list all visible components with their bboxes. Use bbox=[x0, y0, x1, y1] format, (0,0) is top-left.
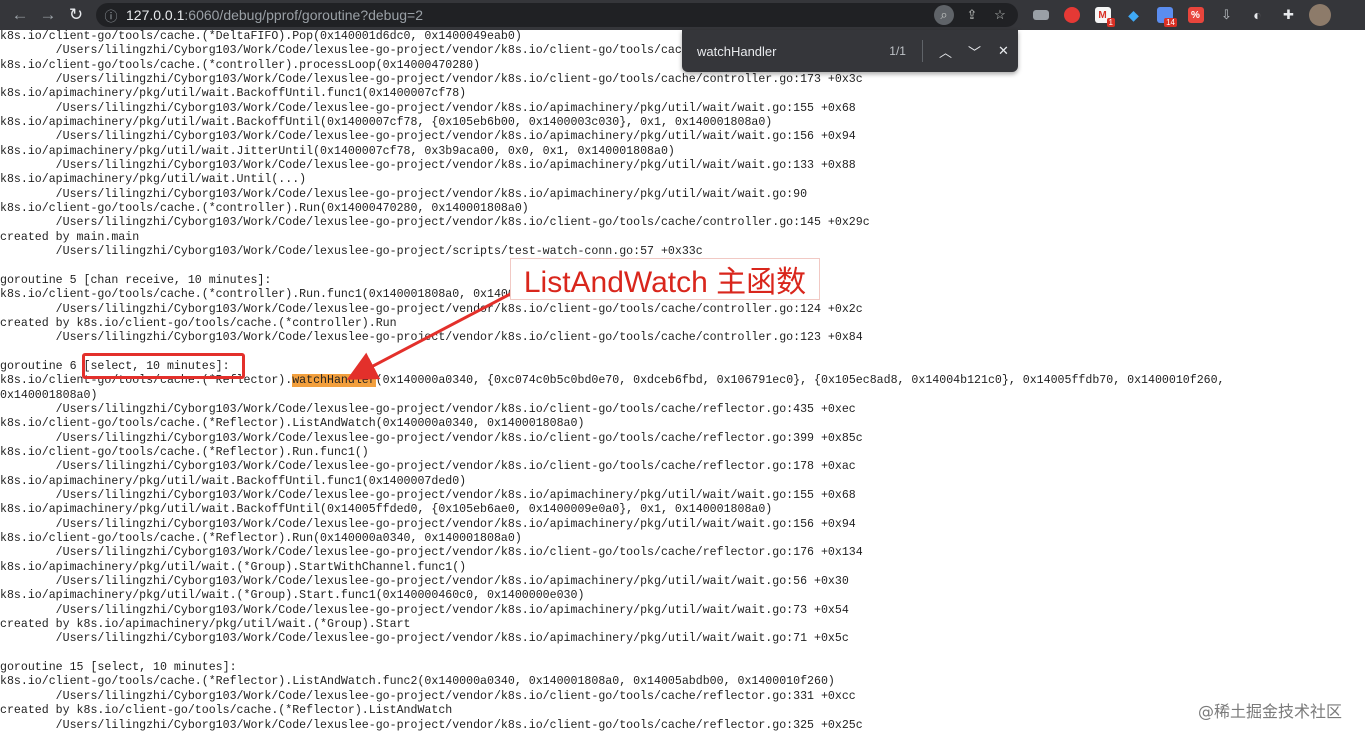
dump-line: k8s.io/apimachinery/pkg/util/wait.(*Grou… bbox=[0, 589, 585, 603]
mail-badge: 1 bbox=[1106, 18, 1115, 27]
dump-line: /Users/lilingzhi/Cyborg103/Work/Code/lex… bbox=[0, 130, 856, 144]
dump-line: k8s.io/apimachinery/pkg/util/wait.Until(… bbox=[0, 173, 307, 187]
find-input[interactable]: watchHandler bbox=[697, 44, 861, 59]
dump-line: /Users/lilingzhi/Cyborg103/Work/Code/lex… bbox=[0, 517, 856, 531]
find-match-count: 1/1 bbox=[889, 44, 906, 58]
dump-line: k8s.io/apimachinery/pkg/util/wait.Backof… bbox=[0, 503, 773, 517]
site-info-icon[interactable]: ⓘ bbox=[96, 6, 126, 25]
goroutine-dump: k8s.io/client-go/tools/cache.(*DeltaFIFO… bbox=[0, 30, 1365, 738]
dump-line: goroutine 15 [select, 10 minutes]: bbox=[0, 661, 237, 675]
bookmark-star-icon[interactable]: ☆ bbox=[990, 5, 1010, 25]
dump-line: /Users/lilingzhi/Cyborg103/Work/Code/lex… bbox=[0, 575, 849, 589]
grid-badge: 14 bbox=[1164, 18, 1177, 27]
browser-toolbar: ← → ↻ ⓘ 127.0.0.1:6060/debug/pprof/gorou… bbox=[0, 0, 1365, 30]
url-host: 127.0.0.1 bbox=[126, 7, 185, 23]
dump-line: k8s.io/client-go/tools/cache.(*controlle… bbox=[0, 202, 529, 216]
extension-panel-icon[interactable] bbox=[1028, 3, 1053, 27]
dump-line: k8s.io/apimachinery/pkg/util/wait.Backof… bbox=[0, 87, 467, 101]
dump-line: /Users/lilingzhi/Cyborg103/Work/Code/lex… bbox=[0, 431, 863, 445]
extensions-puzzle-icon[interactable]: ✚ bbox=[1276, 3, 1301, 27]
dump-line: k8s.io/client-go/tools/cache.(*Reflector… bbox=[0, 445, 369, 459]
dump-line: k8s.io/apimachinery/pkg/util/wait.Backof… bbox=[0, 116, 773, 130]
dump-line: /Users/lilingzhi/Cyborg103/Work/Code/lex… bbox=[0, 489, 856, 502]
dump-line: k8s.io/apimachinery/pkg/util/wait.Jitter… bbox=[0, 144, 675, 158]
reload-icon[interactable]: ↻ bbox=[62, 1, 90, 29]
dump-line: k8s.io/client-go/tools/cache.(*Reflector… bbox=[0, 675, 835, 689]
find-match-highlight: watchHandler bbox=[292, 374, 376, 388]
back-icon[interactable]: ← bbox=[6, 1, 34, 29]
extension-shield-icon[interactable] bbox=[1059, 3, 1084, 27]
dump-line: created by k8s.io/client-go/tools/cache.… bbox=[0, 316, 397, 330]
dump-line bbox=[0, 647, 1365, 661]
share-icon[interactable]: ⇪ bbox=[962, 5, 982, 25]
select-state-highlight-box bbox=[82, 353, 245, 379]
dump-line: /Users/lilingzhi/Cyborg103/Work/Code/lex… bbox=[0, 101, 856, 115]
dump-line: created by k8s.io/client-go/tools/cache.… bbox=[0, 704, 453, 718]
extension-percent-icon[interactable]: % bbox=[1183, 3, 1208, 27]
extensions-bar: M1 ◆ 14 % ⇩ ◐ ✚ bbox=[1028, 3, 1332, 27]
dump-line: created by main.main bbox=[0, 230, 140, 244]
avatar[interactable] bbox=[1307, 3, 1332, 27]
dump-line: 0x140001808a0) bbox=[0, 388, 98, 402]
dump-line: k8s.io/apimachinery/pkg/util/wait.(*Grou… bbox=[0, 560, 467, 574]
dump-line: /Users/lilingzhi/Cyborg103/Work/Code/lex… bbox=[0, 546, 863, 560]
dump-line: created by k8s.io/apimachinery/pkg/util/… bbox=[0, 618, 411, 632]
dump-line: /Users/lilingzhi/Cyborg103/Work/Code/lex… bbox=[0, 402, 856, 416]
find-close-icon[interactable]: ✕ bbox=[989, 36, 1018, 66]
find-bar: watchHandler 1/1 ︿ ﹀ ✕ bbox=[682, 30, 1018, 72]
dump-line: /Users/lilingzhi/Cyborg103/Work/Code/lex… bbox=[0, 216, 870, 230]
extension-gem-icon[interactable]: ◆ bbox=[1121, 3, 1146, 27]
url-path: :6060/debug/pprof/goroutine?debug=2 bbox=[184, 7, 423, 23]
find-next-icon[interactable]: ﹀ bbox=[960, 36, 989, 66]
find-in-page-icon[interactable]: ⌕ bbox=[934, 5, 954, 25]
dump-line: /Users/lilingzhi/Cyborg103/Work/Code/lex… bbox=[0, 331, 863, 345]
extension-mail-icon[interactable]: M1 bbox=[1090, 3, 1115, 27]
dump-line: /Users/lilingzhi/Cyborg103/Work/Code/lex… bbox=[0, 603, 849, 617]
dump-line: k8s.io/client-go/tools/cache.(*Reflector… bbox=[0, 532, 522, 546]
dump-line: /Users/lilingzhi/Cyborg103/Work/Code/lex… bbox=[0, 460, 856, 474]
find-divider bbox=[921, 40, 923, 62]
extension-grid-icon[interactable]: 14 bbox=[1152, 3, 1177, 27]
url-text[interactable]: 127.0.0.1:6060/debug/pprof/goroutine?deb… bbox=[126, 7, 423, 23]
dump-line: /Users/lilingzhi/Cyborg103/Work/Code/lex… bbox=[0, 73, 863, 87]
dump-line: /Users/lilingzhi/Cyborg103/Work/Code/lex… bbox=[0, 632, 849, 646]
address-bar[interactable]: ⓘ 127.0.0.1:6060/debug/pprof/goroutine?d… bbox=[96, 3, 1018, 27]
extension-download-icon[interactable]: ⇩ bbox=[1214, 3, 1239, 27]
dump-line: k8s.io/client-go/tools/cache.(*Reflector… bbox=[0, 417, 585, 431]
dump-line: /Users/lilingzhi/Cyborg103/Work/Code/lex… bbox=[0, 159, 856, 173]
watermark: @稀土掘金技术社区 bbox=[1198, 702, 1343, 721]
dump-line: /Users/lilingzhi/Cyborg103/Work/Code/lex… bbox=[0, 187, 808, 201]
forward-icon[interactable]: → bbox=[34, 1, 62, 29]
dump-line: /Users/lilingzhi/Cyborg103/Work/Code/lex… bbox=[0, 689, 856, 703]
dump-line-suffix: (0x140000a0340, {0xc074c0b5c0bd0e70, 0xd… bbox=[375, 374, 1225, 388]
extension-circle-icon[interactable]: ◐ bbox=[1245, 3, 1270, 27]
dump-line: /Users/lilingzhi/Cyborg103/Work/Code/lex… bbox=[0, 302, 863, 316]
annotation-callout: ListAndWatch 主函数 bbox=[510, 258, 820, 300]
dump-line: /Users/lilingzhi/Cyborg103/Work/Code/lex… bbox=[0, 718, 863, 732]
find-previous-icon[interactable]: ︿ bbox=[931, 36, 960, 66]
dump-line: k8s.io/apimachinery/pkg/util/wait.Backof… bbox=[0, 474, 467, 488]
